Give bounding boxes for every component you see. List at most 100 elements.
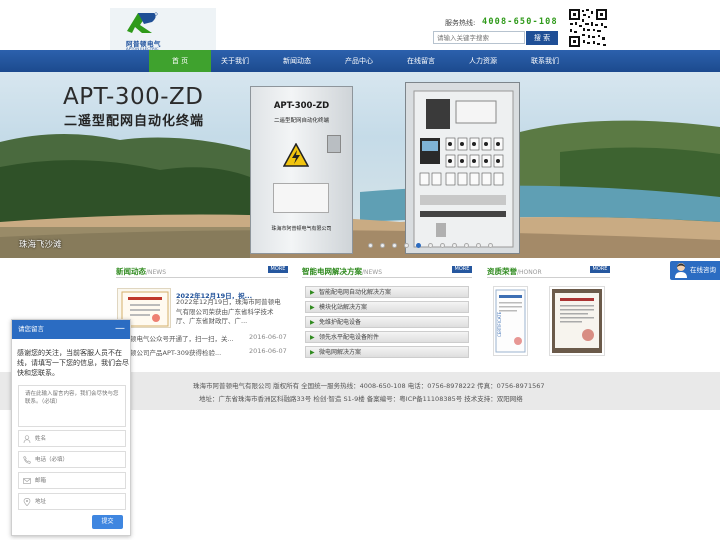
cabinet-maker: 珠海市阿普顿电气有限公司: [271, 226, 332, 232]
solution-item[interactable]: ▶ 领先水平配电设备附件: [305, 331, 469, 343]
news-summary: 2022年12月19日，珠海市阿普顿电气有限公司荣获由广东省科学技术厅、广东省财…: [176, 298, 281, 325]
mail-icon: [23, 478, 31, 484]
phone-icon: [23, 456, 31, 464]
cabinet-closed-image: APT-300-ZD 二遥型配网自动化终端 珠海市阿普顿电气有限公司: [250, 86, 353, 254]
solution-item-label: 模块化站解决方案: [319, 304, 368, 311]
nav-item-home[interactable]: 首 页: [149, 50, 211, 72]
solutions-heading: 智能电网解决方案: [302, 267, 362, 276]
chat-address-field[interactable]: [18, 493, 126, 510]
slider-dots: [368, 242, 500, 250]
nav-item-news[interactable]: 新闻动态: [266, 50, 328, 72]
banner-caption: 珠海飞沙滩: [19, 240, 62, 250]
slider-dot[interactable]: [488, 243, 493, 248]
certificate-icon: [552, 289, 602, 353]
honors-heading: 资质荣誉: [487, 267, 517, 276]
location-icon: [23, 498, 31, 506]
hero-banner[interactable]: APT-300-ZD 二遥型配网自动化终端 APT-300-ZD 二遥型配网自动…: [0, 72, 720, 258]
certificate-image[interactable]: CERTIFICATE: [493, 286, 528, 356]
cabinet-open-image: [405, 82, 520, 254]
arrow-icon: ▶: [310, 304, 315, 311]
certificate-icon: CERTIFICATE: [495, 289, 526, 353]
solution-item[interactable]: ▶ 模块化站解决方案: [305, 301, 469, 313]
slider-dot[interactable]: [440, 243, 445, 248]
banner-subtitle: 二遥型配网自动化终端: [64, 114, 205, 129]
nav-item-contact[interactable]: 联系我们: [514, 50, 576, 72]
slider-dot[interactable]: [476, 243, 481, 248]
slider-dot[interactable]: [428, 243, 433, 248]
search-button[interactable]: 搜 索: [526, 31, 558, 45]
logo-mark-icon: [127, 12, 158, 33]
slider-dot[interactable]: [368, 243, 373, 248]
chat-address-input[interactable]: [35, 495, 123, 508]
hotline-number: 4008-650-108: [482, 17, 558, 27]
cabinet-nameplate: [273, 183, 329, 213]
certificate-image[interactable]: [549, 286, 605, 356]
nav-item-message[interactable]: 在线留言: [390, 50, 452, 72]
news-date: 2016-06-07: [249, 333, 287, 341]
chat-message-textarea[interactable]: [18, 385, 126, 427]
solution-item[interactable]: ▶ 智能配电网自动化解决方案: [305, 286, 469, 298]
agent-avatar-icon: [675, 263, 687, 278]
footer-copyright: 珠海市阿普顿电气有限公司 版权所有 全国统一服务热线：4008-650-108 …: [193, 382, 545, 390]
news-heading: 新闻动态: [116, 267, 146, 276]
honors-more-button[interactable]: MORE: [590, 266, 610, 273]
honors-section-header: 资质荣誉/HONOR MORE: [487, 266, 610, 278]
solutions-heading-en: NEWS: [364, 269, 383, 276]
solutions-more-button[interactable]: MORE: [452, 266, 472, 273]
banner-title: APT-300-ZD: [63, 84, 204, 110]
solution-item-label: 智能配电网自动化解决方案: [319, 289, 392, 296]
solution-item-label: 免维护配电设备: [319, 319, 362, 326]
slider-dot[interactable]: [392, 243, 397, 248]
cabinet-title: APT-300-ZD: [273, 101, 330, 111]
chat-message: 感谢您的关注，当前客服人员不在线，请填写一下您的信息，我们会尽快和您联系。: [17, 349, 129, 377]
chat-widget: 请您留言 — 感谢您的关注，当前客服人员不在线，请填写一下您的信息，我们会尽快和…: [11, 319, 131, 536]
chat-header[interactable]: 请您留言 —: [12, 320, 130, 339]
solution-item[interactable]: ▶ 微电网解决方案: [305, 346, 469, 358]
user-icon: [23, 435, 31, 443]
chat-email-field[interactable]: [18, 472, 126, 489]
news-heading-en: NEWS: [148, 269, 167, 276]
logo[interactable]: 阿普顿电气 APTON ELECTRIC: [110, 8, 216, 51]
qr-code-icon: [568, 8, 608, 48]
footer-address: 地址：广东省珠海市香洲区科融路33号 检创·智造 S1-9楼 备案编号：粤ICP…: [199, 395, 523, 403]
slider-dot[interactable]: [464, 243, 469, 248]
chat-title: 请您留言: [18, 325, 44, 333]
slider-dot[interactable]: [380, 243, 385, 248]
solution-item[interactable]: ▶ 免维护配电设备: [305, 316, 469, 328]
nav-item-about[interactable]: 关于我们: [204, 50, 266, 72]
chat-submit-button[interactable]: 提交: [92, 515, 123, 529]
cabinet-subtitle: 二遥型配网自动化终端: [273, 118, 329, 124]
chat-name-input[interactable]: [35, 432, 123, 445]
news-list-item[interactable]: 阿普顿公司产品APT-309获得检验...: [117, 347, 245, 357]
solution-item-label: 微电网解决方案: [319, 349, 362, 356]
news-list-item[interactable]: 阿普顿电气公众号开通了，扫一扫，关...: [117, 333, 245, 343]
svg-text:CERTIFICATE: CERTIFICATE: [497, 311, 502, 337]
hotline-label: 服务热线:: [445, 19, 476, 27]
solutions-section-header: 智能电网解决方案/NEWS MORE: [302, 266, 472, 278]
arrow-icon: ▶: [310, 334, 315, 341]
main-nav: 首 页 关于我们 新闻动态 产品中心 在线留言 人力资源 联系我们: [0, 50, 720, 72]
arrow-icon: ▶: [310, 289, 315, 296]
arrow-icon: ▶: [310, 319, 315, 326]
online-consult-label: 在线咨询: [690, 266, 716, 274]
cabinet-lock: [327, 135, 341, 153]
news-section-header: 新闻动态/NEWS MORE: [116, 266, 288, 278]
high-voltage-icon: [283, 143, 309, 167]
search-input[interactable]: [433, 31, 525, 44]
chat-phone-input[interactable]: [35, 453, 123, 466]
chat-email-input[interactable]: [35, 474, 123, 487]
news-date: 2016-06-07: [249, 347, 287, 355]
nav-item-hr[interactable]: 人力资源: [452, 50, 514, 72]
news-more-button[interactable]: MORE: [268, 266, 288, 273]
slider-dot[interactable]: [404, 243, 409, 248]
solution-item-label: 领先水平配电设备附件: [319, 334, 380, 341]
honors-heading-en: HONOR: [519, 269, 542, 276]
cabinet-interior: [413, 90, 514, 248]
nav-item-products[interactable]: 产品中心: [328, 50, 390, 72]
chat-name-field[interactable]: [18, 430, 126, 447]
minimize-icon[interactable]: —: [115, 320, 125, 337]
slider-dot-active[interactable]: [416, 243, 421, 248]
chat-phone-field[interactable]: [18, 451, 126, 468]
arrow-icon: ▶: [310, 349, 315, 356]
slider-dot[interactable]: [452, 243, 457, 248]
